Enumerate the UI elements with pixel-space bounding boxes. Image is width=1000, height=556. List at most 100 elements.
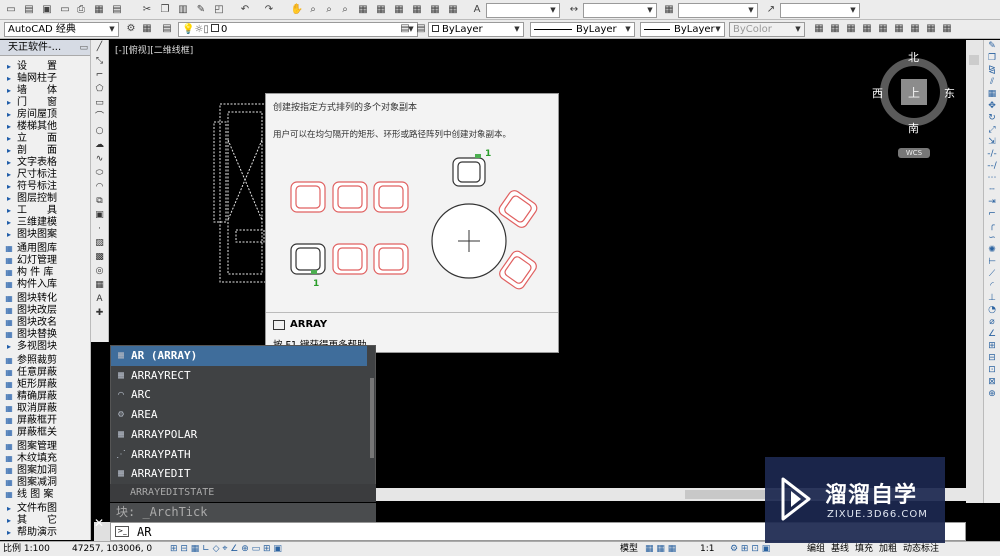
layer-freeze-icon[interactable]: ▦ [860, 22, 874, 36]
status-toggle-button[interactable]: 基线 [829, 543, 851, 555]
panel-menu-item[interactable]: ▸ 立 面 [0, 133, 90, 145]
drafting-toggle-icons[interactable]: ⊞ ⊟ ▦ ∟ ◇ ⌖ ∠ ⊕ ▭ ⊞ ▣ [170, 542, 282, 556]
stretch-icon[interactable]: ⇲ [984, 136, 1000, 148]
circle-icon[interactable]: ○ [91, 124, 108, 138]
array-icon[interactable]: ▦ [984, 88, 1000, 100]
panel-menu-item[interactable]: ▸ 墙 体 [0, 85, 90, 97]
rectangle-icon[interactable]: ▭ [91, 96, 108, 110]
pan-icon[interactable]: ✋ [290, 3, 304, 17]
panel-menu-item[interactable]: ▦ 图块改名 [0, 317, 90, 329]
panel-menu-item[interactable]: ▸ 门 窗 [0, 97, 90, 109]
panel-menu-item[interactable]: ▦ 图案减洞 [0, 477, 90, 489]
linetype-combo[interactable]: ByLayer ▼ [530, 22, 635, 37]
undo-icon[interactable]: ↶ [238, 3, 252, 17]
sheet-set-icon[interactable]: ▦ [410, 3, 424, 17]
color-combo[interactable]: ByLayer ▼ [428, 22, 524, 37]
dim-angular-icon[interactable]: ∠ [984, 328, 1000, 340]
gradient-icon[interactable]: ▩ [91, 250, 108, 264]
panel-menu-item[interactable]: ▸ 房间屋顶 [0, 109, 90, 121]
tool-palette-icon[interactable]: ▦ [392, 3, 406, 17]
region-icon[interactable]: ◎ [91, 264, 108, 278]
plotstyle-combo[interactable]: ByColor ▼ [729, 22, 805, 37]
ellipse-arc-icon[interactable]: ◠ [91, 180, 108, 194]
blend-icon[interactable]: ∽ [984, 232, 1000, 244]
calculator-icon[interactable]: ▦ [446, 3, 460, 17]
compass-east[interactable]: 东 [944, 85, 955, 101]
spline-icon[interactable]: ∿ [91, 152, 108, 166]
panel-menu-item[interactable]: ▸ 图层控制 [0, 193, 90, 205]
erase-icon[interactable]: ✎ [984, 40, 1000, 52]
copy-object-icon[interactable]: ❐ [984, 52, 1000, 64]
zoom-realtime-icon[interactable]: ⌕ [306, 3, 320, 17]
break-icon[interactable]: ╌ [984, 184, 1000, 196]
point-icon[interactable]: · [91, 222, 108, 236]
zoom-previous-icon[interactable]: ⌕ [338, 3, 352, 17]
design-center-icon[interactable]: ▦ [374, 3, 388, 17]
panel-menu-item[interactable]: ▸ 剖 面 [0, 145, 90, 157]
explode-icon[interactable]: ✺ [984, 244, 1000, 256]
autocomplete-item[interactable]: ⚙ AREA [111, 405, 367, 425]
text-style-combo[interactable]: ▼ [486, 3, 560, 18]
panel-menu-item[interactable]: ▸ 文字表格 [0, 157, 90, 169]
panel-menu-item[interactable]: ▸ 设 置 [0, 61, 90, 73]
status-toggle-button[interactable]: 填充 [853, 543, 875, 555]
trim-icon[interactable]: -/- [984, 148, 1000, 160]
hatch-icon[interactable]: ▨ [91, 236, 108, 250]
chamfer-icon[interactable]: ⌐ [984, 208, 1000, 220]
table-icon[interactable]: ▦ [91, 278, 108, 292]
qdim-icon[interactable]: ⊞ [984, 340, 1000, 352]
dim-arc-icon[interactable]: ◜ [984, 280, 1000, 292]
panel-menu-item[interactable]: ▦ 图案加洞 [0, 465, 90, 477]
dimension-icon[interactable]: ⊢ [984, 256, 1000, 268]
block-edit-icon[interactable]: ◰ [212, 3, 226, 17]
viewport-label[interactable]: [-][俯视][二维线框] [115, 43, 193, 56]
markup-icon[interactable]: ▦ [428, 3, 442, 17]
layer-merge-icon[interactable]: ▦ [924, 22, 938, 36]
dim-radius-icon[interactable]: ◔ [984, 304, 1000, 316]
qnew-icon[interactable]: ▭ [58, 3, 72, 17]
compass-north[interactable]: 北 [908, 49, 919, 65]
panel-menu-item[interactable]: ▦ 构 件 库 [0, 267, 90, 279]
compass-south[interactable]: 南 [908, 120, 919, 136]
autocomplete-item[interactable]: ▦ ARRAYEDIT [111, 464, 367, 484]
construction-line-icon[interactable]: ⤡ [91, 54, 108, 68]
dim-continue-icon[interactable]: ⊡ [984, 364, 1000, 376]
revcloud-icon[interactable]: ☁ [91, 138, 108, 152]
panel-menu-item[interactable]: ▦ 图案管理 [0, 441, 90, 453]
panel-menu-item[interactable]: ▸ 帮助演示 [0, 527, 90, 539]
new-icon[interactable]: ▭ [4, 3, 18, 17]
save-icon[interactable]: ▣ [40, 3, 54, 17]
print-icon[interactable]: ⎙ [74, 3, 88, 17]
polyline-icon[interactable]: ⌐ [91, 68, 108, 82]
viewcube-top-face[interactable]: 上 [908, 84, 920, 101]
preview-icon[interactable]: ▦ [92, 3, 106, 17]
lineweight-combo[interactable]: ByLayer ▼ [640, 22, 725, 37]
panel-menu-item[interactable]: ▦ 通用图库 [0, 243, 90, 255]
autocomplete-item[interactable]: ▦ ARRAYRECT [111, 366, 367, 386]
rotate-icon[interactable]: ↻ [984, 112, 1000, 124]
properties-icon[interactable]: ▦ [356, 3, 370, 17]
panel-menu-item[interactable]: ▸ 三维建模 [0, 217, 90, 229]
command-prompt-icon[interactable]: >_ [115, 526, 129, 537]
dim-style-combo[interactable]: ▼ [583, 3, 657, 18]
publish-icon[interactable]: ▤ [110, 3, 124, 17]
join-icon[interactable]: ⇥ [984, 196, 1000, 208]
autocomplete-item[interactable]: ⋰ ARRAYPATH [111, 445, 367, 465]
tolerance-icon[interactable]: ⊠ [984, 376, 1000, 388]
autocomplete-item[interactable]: ▦ AR (ARRAY) [111, 346, 367, 366]
mtext-icon[interactable]: A [91, 292, 108, 306]
annotation-scale[interactable]: 1:1 [700, 542, 714, 556]
panel-menu-item[interactable]: ▦ 任意屏蔽 [0, 367, 90, 379]
layer-states-icon[interactable]: ▦ [812, 22, 826, 36]
table-style-combo[interactable]: ▼ [678, 3, 758, 18]
layer-unisolate-icon[interactable]: ▦ [844, 22, 858, 36]
multileader-style-combo[interactable]: ▼ [780, 3, 860, 18]
add-selected-icon[interactable]: ✚ [91, 306, 108, 320]
layer-walk-icon[interactable]: ▦ [908, 22, 922, 36]
wcs-menu[interactable]: WCS [898, 148, 930, 158]
move-icon[interactable]: ✥ [984, 100, 1000, 112]
zoom-window-icon[interactable]: ⌕ [322, 3, 336, 17]
cut-icon[interactable]: ✂ [140, 3, 154, 17]
open-icon[interactable]: ▤ [22, 3, 36, 17]
layer-isolate-icon[interactable]: ▦ [828, 22, 842, 36]
